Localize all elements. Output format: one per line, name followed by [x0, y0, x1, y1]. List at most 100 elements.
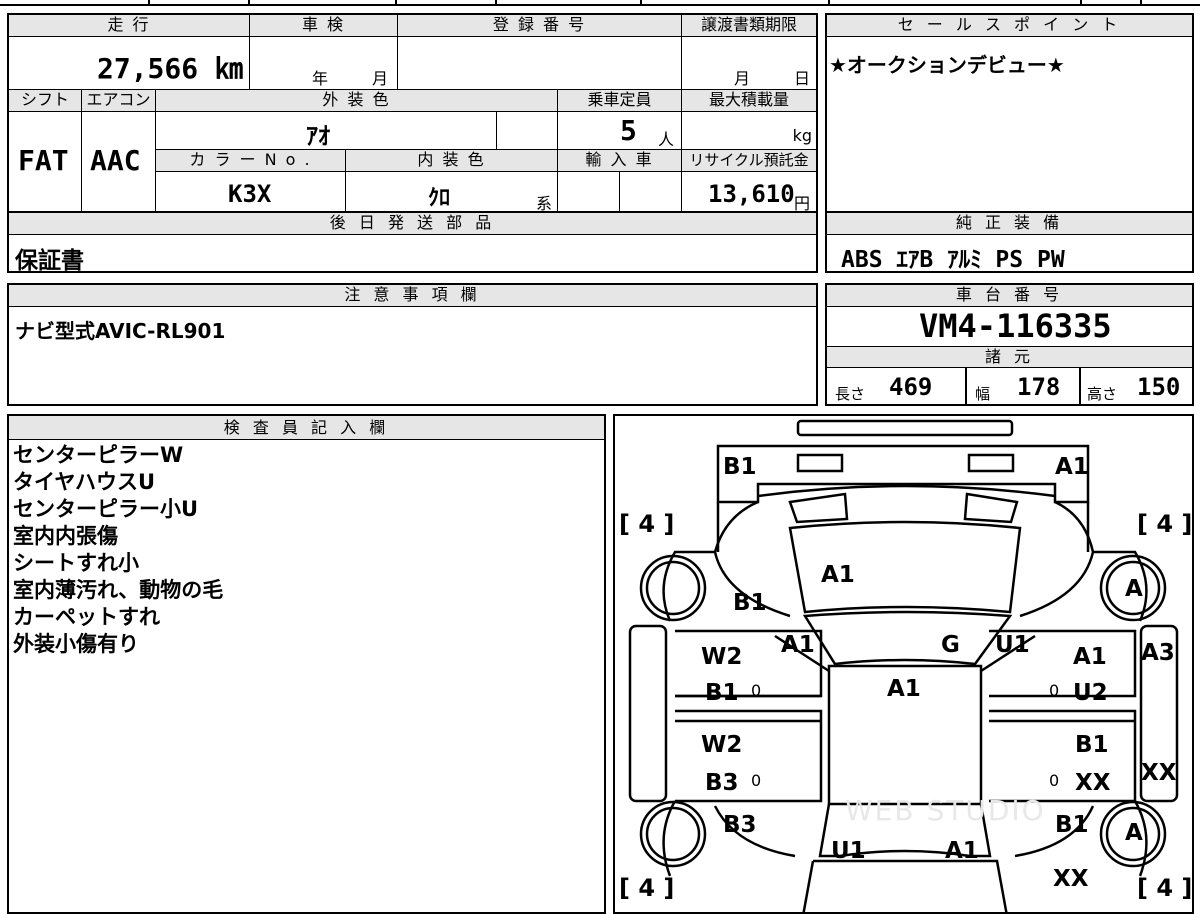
- height-value: 150: [1137, 373, 1181, 401]
- shaken-month-unit: 月: [372, 69, 389, 88]
- max-load-unit: kg: [792, 126, 812, 145]
- width-value: 178: [1017, 373, 1061, 401]
- mark-roof: A1: [887, 676, 921, 702]
- top-strip: [0, 0, 1200, 6]
- notes-header: 注 意 事 項 欄: [9, 285, 816, 307]
- remark-item: センターピラーW: [13, 443, 184, 467]
- sales-point-section: セ ー ル ス ポ イ ン ト ★オークションデビュー★: [825, 13, 1194, 213]
- mark-right-front-door-1: A1: [1073, 644, 1107, 670]
- max-load-cell: kg: [682, 112, 816, 150]
- tire-bracket-front-right: [ 4 ]: [1137, 510, 1193, 538]
- mark-right-side-rear: XX: [1141, 760, 1177, 786]
- capacity-cell: 5 人: [558, 112, 682, 150]
- deadline-header: 譲渡書類期限: [682, 15, 816, 37]
- mileage-cell: 27,566 ㎞: [9, 37, 250, 90]
- mark-hood: A1: [821, 562, 855, 588]
- recycle-header: リサイクル預託金: [682, 150, 816, 172]
- deadline-month-unit: 月: [734, 69, 751, 88]
- mark-right-quarter: B1: [1055, 812, 1089, 838]
- inspector-section: 検 査 員 記 入 欄 センターピラーW タイヤハウスU センターピラー小U 室…: [7, 414, 606, 914]
- shaken-header: 車 検: [250, 15, 398, 37]
- interior-color-value: ｸﾛ: [428, 186, 451, 211]
- length-value: 469: [889, 373, 933, 401]
- chassis-value: VM4-116335: [919, 307, 1112, 345]
- mileage-value: 27,566 ㎞: [96, 52, 243, 85]
- shift-header: シフト: [9, 90, 82, 112]
- length-label: 長さ: [835, 385, 866, 403]
- sales-point-value: ★オークションデビュー★: [829, 53, 1065, 77]
- vehicle-info-table: 走 行 車 検 登 録 番 号 譲渡書類期限 27,566 ㎞ 年 月 月 日 …: [7, 13, 818, 213]
- mark-front-right: A1: [1055, 454, 1089, 480]
- mark-left-quarter: B3: [723, 812, 757, 838]
- remark-item: 外装小傷有り: [13, 632, 139, 656]
- mark-wheel-front-right: A: [1125, 576, 1143, 602]
- mark-wheel-rear-right: A: [1125, 820, 1143, 846]
- notes-section: 注 意 事 項 欄 ナビ型式AVIC-RL901: [7, 283, 818, 406]
- width-label: 幅: [975, 385, 991, 403]
- exterior-color-header: 外 装 色: [156, 90, 558, 112]
- mark-zero-4: 0: [1049, 771, 1060, 790]
- max-load-header: 最大積載量: [682, 90, 816, 112]
- exterior-color-extra: [497, 112, 558, 150]
- interior-color-cell: ｸﾛ 系: [346, 172, 558, 213]
- notes-value: ナビ型式AVIC-RL901: [15, 319, 226, 343]
- chassis-section: 車 台 番 号 VM4-116335 諸 元 長さ 469 幅 178 高さ 1…: [825, 283, 1194, 406]
- shift-cell: FAT: [9, 112, 82, 213]
- shift-value: FAT: [18, 144, 69, 177]
- shaken-year-unit: 年: [312, 69, 329, 88]
- inspector-header: 検 査 員 記 入 欄: [9, 416, 604, 440]
- capacity-unit: 人: [658, 130, 675, 149]
- mark-zero-2: 0: [751, 771, 762, 790]
- chassis-header: 車 台 番 号: [827, 285, 1192, 307]
- damage-diagram: WEB STUDIO [ 4 ] [ 4 ] [ 4 ] [ 4 ] B1 A1…: [613, 414, 1194, 914]
- inspector-remarks-list: センターピラーW タイヤハウスU センターピラー小U 室内内張傷 シートすれ小 …: [13, 442, 593, 658]
- height-label: 高さ: [1087, 385, 1118, 403]
- mark-left-rear-door-1: W2: [701, 732, 743, 758]
- mark-right-side-front: A3: [1141, 640, 1175, 666]
- mark-left-rear-door-2: B3: [705, 770, 739, 796]
- specs-header: 諸 元: [827, 346, 1192, 368]
- mark-right-rear-door-1: B1: [1075, 732, 1109, 758]
- color-no-cell: K3X: [156, 172, 346, 213]
- remark-item: カーペットすれ: [13, 605, 160, 629]
- mark-rear-right: A1: [945, 838, 979, 864]
- color-no-value: K3X: [228, 180, 272, 208]
- genuine-equipment-value: ABS ｴｱB ｱﾙﾐ PS PW: [841, 247, 1065, 273]
- watermark: WEB STUDIO: [845, 794, 1046, 827]
- mark-right-pillar: U1: [995, 632, 1030, 658]
- deadline-day-unit: 日: [794, 69, 811, 88]
- genuine-equipment-section: 純 正 装 備 ABS ｴｱB ｱﾙﾐ PS PW: [825, 211, 1194, 273]
- registration-cell: [398, 37, 682, 90]
- mark-left-pillar: A1: [781, 632, 815, 658]
- remark-item: センターピラー小U: [13, 497, 199, 521]
- interior-color-header: 内 装 色: [346, 150, 558, 172]
- mark-front-left: B1: [723, 454, 757, 480]
- registration-header: 登 録 番 号: [398, 15, 682, 37]
- mark-rear-bottom: XX: [1053, 866, 1089, 892]
- aircon-cell: AAC: [82, 112, 156, 213]
- recycle-cell: 13,610 円: [682, 172, 816, 213]
- tire-bracket-front-left: [ 4 ]: [619, 510, 675, 538]
- aircon-header: エアコン: [82, 90, 156, 112]
- mileage-header: 走 行: [9, 15, 250, 37]
- remark-item: 室内内張傷: [13, 524, 118, 548]
- mark-right-front-door-2: U2: [1073, 680, 1108, 706]
- mark-zero-3: 0: [1049, 681, 1060, 700]
- import-cell-b: [620, 172, 682, 213]
- aircon-value: AAC: [90, 144, 141, 177]
- genuine-equipment-header: 純 正 装 備: [827, 213, 1192, 235]
- capacity-header: 乗車定員: [558, 90, 682, 112]
- sales-point-header: セ ー ル ス ポ イ ン ト: [827, 15, 1192, 37]
- deadline-cell: 月 日: [682, 37, 816, 90]
- import-cell-a: [558, 172, 620, 213]
- mark-rear-left: U1: [831, 838, 866, 864]
- color-no-header: カ ラ ー N o .: [156, 150, 346, 172]
- tire-bracket-rear-right: [ 4 ]: [1137, 874, 1193, 902]
- tire-bracket-rear-left: [ 4 ]: [619, 874, 675, 902]
- shaken-cell: 年 月: [250, 37, 398, 90]
- mark-left-front-door-2: B1: [705, 680, 739, 706]
- remark-item: シートすれ小: [13, 551, 139, 575]
- mark-zero-1: 0: [751, 681, 762, 700]
- later-parts-section: 後 日 発 送 部 品 保証書: [7, 211, 818, 274]
- exterior-color-value: ｱｵ: [306, 122, 330, 150]
